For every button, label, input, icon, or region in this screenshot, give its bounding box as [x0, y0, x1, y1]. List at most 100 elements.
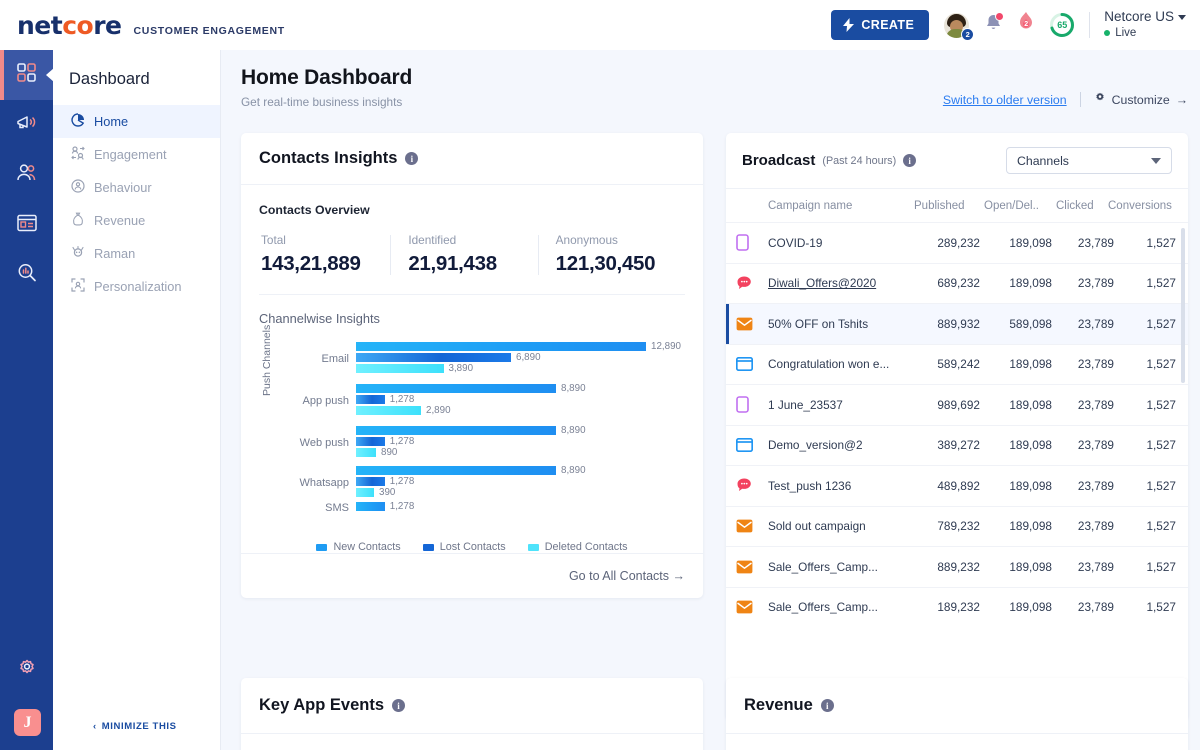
table-row[interactable]: Sold out campaign789,232189,09823,7891,5… [726, 506, 1188, 547]
scrollbar-thumb[interactable] [1181, 228, 1185, 383]
legend-swatch [423, 544, 434, 551]
chart-bar[interactable] [356, 488, 374, 497]
table-row[interactable]: Demo_version@2389,272189,09823,7891,527 [726, 425, 1188, 466]
cell-conversions: 1,527 [1114, 479, 1176, 493]
mobile-push-icon [736, 234, 768, 251]
cell-open-del: 189,098 [980, 438, 1052, 452]
rail-item-campaigns[interactable] [0, 100, 53, 150]
cell-campaign-name[interactable]: Diwali_Offers@2020 [768, 276, 914, 290]
table-row[interactable]: Congratulation won e...589,242189,09823,… [726, 344, 1188, 385]
cell-clicked: 23,789 [1052, 438, 1114, 452]
chart-legend-item[interactable]: Lost Contacts [423, 541, 506, 553]
table-row[interactable]: COVID-19289,232189,09823,7891,527 [726, 222, 1188, 263]
sidebar-item-engagement-label: Engagement [94, 147, 167, 162]
chevron-down-icon [1151, 158, 1161, 164]
flame-icon[interactable]: 2 [1017, 12, 1035, 38]
stat-identified: Identified 21,91,438 [390, 233, 537, 276]
chart-legend-item[interactable]: Deleted Contacts [528, 541, 628, 553]
chart-bar[interactable] [356, 502, 385, 511]
cell-campaign-name: COVID-19 [768, 236, 914, 250]
cell-campaign-name: Test_push 1236 [768, 479, 914, 493]
sidebar-item-home[interactable]: Home [53, 105, 220, 138]
sidebar-item-personalization-label: Personalization [94, 279, 182, 294]
sidebar-item-revenue[interactable]: Revenue [53, 204, 220, 237]
page-header: Home Dashboard Get real-time business in… [221, 50, 1200, 109]
sidebar-item-engagement[interactable]: Engagement [53, 138, 220, 171]
rail-user-avatar[interactable]: J [14, 709, 41, 736]
switch-to-older-version-link[interactable]: Switch to older version [943, 93, 1067, 107]
table-row[interactable]: Diwali_Offers@2020689,232189,09823,7891,… [726, 263, 1188, 304]
table-row[interactable]: 1 June_23537989,692189,09823,7891,527 [726, 384, 1188, 425]
account-name: Netcore US [1104, 9, 1174, 24]
cell-open-del: 189,098 [980, 357, 1052, 371]
cell-conversions: 1,527 [1114, 276, 1176, 290]
rail-item-content[interactable] [0, 200, 53, 250]
chart-legend-item[interactable]: New Contacts [316, 541, 400, 553]
rail-item-dashboard[interactable] [0, 50, 53, 100]
table-row[interactable]: 50% OFF on Tshits889,932589,09823,7891,5… [726, 303, 1188, 344]
chart-bar[interactable] [356, 395, 385, 404]
chart-bar[interactable] [356, 384, 556, 393]
col-header-conversions: Conversions [1108, 200, 1170, 212]
cell-open-del: 189,098 [980, 398, 1052, 412]
info-icon[interactable]: i [903, 154, 916, 167]
contacts-card-header: Contacts Insights i [241, 133, 703, 185]
stat-anonymous-value: 121,30,450 [556, 252, 685, 276]
create-button[interactable]: CREATE [831, 10, 929, 40]
chart-bar[interactable] [356, 364, 444, 373]
chart-category-label: Whatsapp [273, 477, 349, 489]
customize-button[interactable]: Customize → [1094, 92, 1188, 107]
info-icon[interactable]: i [821, 699, 834, 712]
sidebar-item-raman[interactable]: Raman [53, 237, 220, 270]
info-icon[interactable]: i [392, 699, 405, 712]
score-ring-icon[interactable]: 65 [1049, 12, 1075, 38]
rail-settings-button[interactable] [0, 659, 53, 684]
channels-filter-select[interactable]: Channels [1006, 147, 1172, 174]
cell-published: 189,232 [914, 600, 980, 614]
contacts-overview: Contacts Overview Total 143,21,889 Ident… [241, 185, 703, 295]
chart-bar-value: 12,890 [651, 341, 681, 352]
chart-bar[interactable] [356, 353, 511, 362]
rail-item-analytics[interactable] [0, 250, 53, 300]
table-row[interactable]: Sale_Offers_Camp...189,232189,09823,7891… [726, 587, 1188, 628]
bell-icon[interactable] [984, 13, 1003, 38]
sidebar-item-behaviour[interactable]: Behaviour [53, 171, 220, 204]
broadcast-card: Broadcast (Past 24 hours) i Channels Cam… [726, 133, 1188, 720]
chart-bar-value: 890 [381, 447, 397, 458]
cell-published: 489,892 [914, 479, 980, 493]
cell-open-del: 189,098 [980, 276, 1052, 290]
megaphone-icon [16, 114, 38, 137]
chart-bar[interactable] [356, 477, 385, 486]
chart-bar[interactable] [356, 406, 421, 415]
chart-bar-value: 6,890 [516, 352, 541, 363]
cell-conversions: 1,527 [1114, 519, 1176, 533]
top-bar: netcore CUSTOMER ENGAGEMENT CREATE 2 [0, 0, 1200, 50]
account-switcher[interactable]: Netcore US Live [1104, 9, 1186, 40]
users-icon [16, 163, 37, 187]
sidebar-item-personalization[interactable]: Personalization [53, 270, 220, 303]
col-header-clicked: Clicked [1056, 200, 1108, 212]
broadcast-table: Campaign name Published Open/Del.. Click… [726, 189, 1188, 720]
netcore-logo[interactable]: netcore CUSTOMER ENGAGEMENT [0, 11, 285, 40]
rail-item-audience[interactable] [0, 150, 53, 200]
table-row[interactable]: Test_push 1236489,892189,09823,7891,527 [726, 465, 1188, 506]
info-icon[interactable]: i [405, 152, 418, 165]
go-to-all-contacts-link[interactable]: Go to All Contacts → [569, 569, 685, 583]
contacts-overview-title: Contacts Overview [259, 203, 685, 217]
raman-icon [71, 245, 85, 262]
chart-bar[interactable] [356, 466, 556, 475]
chart-bar[interactable] [356, 426, 556, 435]
chart-bar[interactable] [356, 437, 385, 446]
table-row[interactable]: Sale_Offers_Camp...889,232189,09823,7891… [726, 546, 1188, 587]
avatar[interactable]: 2 [943, 12, 970, 39]
stat-identified-label: Identified [408, 233, 537, 247]
chart-bar[interactable] [356, 448, 376, 457]
live-status-dot [1104, 30, 1110, 36]
bolt-icon [843, 18, 854, 32]
chart-bar[interactable] [356, 342, 646, 351]
minimize-sidebar-button[interactable]: ‹ MINIMIZE THIS [93, 721, 177, 732]
cell-published: 889,232 [914, 560, 980, 574]
logo-text-part1: net [17, 11, 62, 40]
email-icon [736, 317, 768, 331]
sidebar-item-behaviour-label: Behaviour [94, 180, 152, 195]
